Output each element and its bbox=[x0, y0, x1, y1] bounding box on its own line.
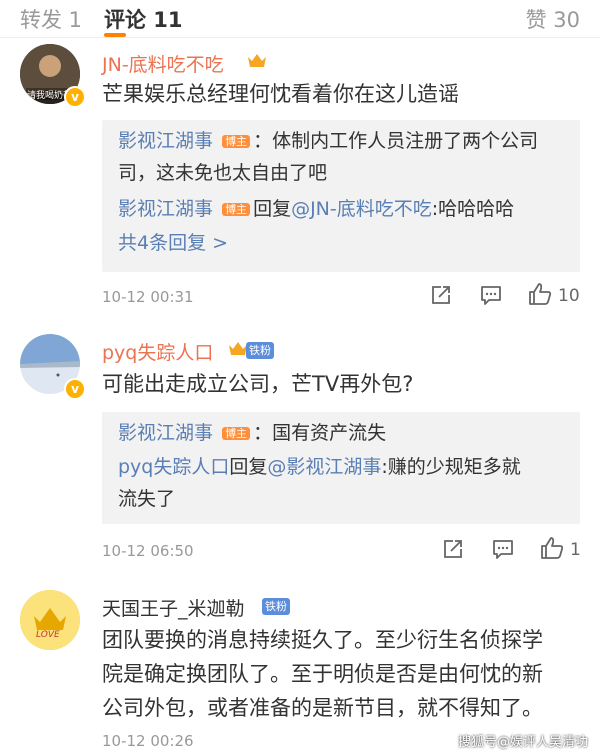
reply-text: ：体制内工作人员注册了两个公司 bbox=[253, 130, 539, 152]
mention-link[interactable]: @影视江湖事 bbox=[267, 456, 381, 478]
comment-text-line: 公司外包，或者准备的是新节目，就不得知了。 bbox=[102, 696, 543, 720]
reply-user-link[interactable]: 影视江湖事 bbox=[118, 198, 213, 220]
reply-word: 回复 bbox=[229, 456, 268, 478]
reply-line: 影视江湖事 博主 ：体制内工作人员注册了两个公司 bbox=[118, 126, 538, 156]
reply-text: ：国有资产流失 bbox=[253, 422, 387, 444]
reply-user-link[interactable]: 影视江湖事 bbox=[118, 422, 213, 444]
watermark: 搜狐号@娱评人吴清功 bbox=[457, 735, 588, 750]
share-icon[interactable] bbox=[430, 284, 452, 306]
crown-icon bbox=[229, 342, 247, 355]
avatar-caption: LOVE bbox=[36, 630, 60, 640]
reply-user-link[interactable]: 影视江湖事 bbox=[118, 130, 213, 152]
blogger-badge: 博主 bbox=[222, 427, 251, 440]
like-icon[interactable] bbox=[540, 536, 564, 560]
reply-text: :哈哈哈哈 bbox=[431, 198, 515, 220]
like-count: 1 bbox=[570, 540, 581, 560]
like-icon[interactable] bbox=[528, 282, 552, 306]
reply-text-continued: 流失了 bbox=[118, 488, 176, 510]
reply-box[interactable]: 影视江湖事 博主 ：国有资产流失 pyq失踪人口回复@影视江湖事:赚的少规矩多就 … bbox=[102, 412, 580, 524]
comment-time: 10-12 00:26 bbox=[102, 732, 194, 750]
reply-text-continued: 司，这未免也太自由了吧 bbox=[118, 162, 328, 184]
comment-time: 10-12 00:31 bbox=[102, 288, 194, 306]
reply-line: 影视江湖事 博主 ：国有资产流失 bbox=[118, 418, 386, 448]
fan-badge: 铁粉 bbox=[262, 598, 290, 615]
verified-icon: v bbox=[64, 378, 86, 400]
like-count: 10 bbox=[558, 286, 580, 306]
crown-icon bbox=[248, 54, 266, 67]
blogger-badge: 博主 bbox=[222, 135, 251, 148]
verified-icon: v bbox=[64, 86, 86, 108]
more-replies-link[interactable]: 共4条回复 > bbox=[118, 228, 228, 258]
comment-time: 10-12 06:50 bbox=[102, 542, 194, 560]
avatar-crown-logo-icon bbox=[20, 590, 80, 650]
comment-tabs: 转发 1 评论 11 赞 30 bbox=[0, 0, 600, 38]
tab-repost[interactable]: 转发 1 bbox=[20, 4, 82, 34]
comment-username[interactable]: pyq失踪人口 bbox=[102, 338, 213, 365]
tab-likes[interactable]: 赞 30 bbox=[526, 4, 580, 34]
share-icon[interactable] bbox=[442, 538, 464, 560]
reply-box[interactable]: 影视江湖事 博主 ：体制内工作人员注册了两个公司 司，这未免也太自由了吧 影视江湖… bbox=[102, 120, 580, 272]
comment-item: v pyq失踪人口 铁粉 可能出走成立公司，芒TV再外包? 影视江湖事 博主 ：国… bbox=[0, 320, 600, 582]
comment-text-line: 院是确定换团队了。至于明侦是否是由何忱的新 bbox=[102, 662, 543, 686]
blogger-badge: 博主 bbox=[222, 203, 251, 216]
mention-link[interactable]: @JN-底料吃不吃 bbox=[291, 198, 432, 220]
comment-username[interactable]: JN-底料吃不吃 bbox=[102, 50, 224, 77]
reply-word: 回复 bbox=[253, 198, 292, 220]
avatar[interactable]: LOVE bbox=[20, 590, 80, 650]
comment-icon[interactable] bbox=[492, 538, 514, 560]
comment-text-line: 团队要换的消息持续挺久了。至少衍生名侦探学 bbox=[102, 628, 543, 652]
comment-icon[interactable] bbox=[480, 284, 502, 306]
fan-badge: 铁粉 bbox=[246, 342, 274, 359]
tab-comments[interactable]: 评论 11 bbox=[104, 4, 183, 34]
reply-text: :赚的少规矩多就 bbox=[381, 456, 521, 478]
comment-text: 芒果娱乐总经理何忱看着你在这儿造谣 bbox=[102, 82, 459, 106]
comment-text: 可能出走成立公司，芒TV再外包? bbox=[102, 372, 414, 396]
comment-item: LOVE 天国王子_米迦勒 铁粉 团队要换的消息持续挺久了。至少衍生名侦探学 院… bbox=[0, 582, 600, 756]
comment-username[interactable]: 天国王子_米迦勒 bbox=[102, 594, 245, 621]
reply-line: 影视江湖事 博主 回复@JN-底料吃不吃:哈哈哈哈 bbox=[118, 194, 514, 224]
reply-user-link[interactable]: pyq失踪人口 bbox=[118, 456, 229, 478]
reply-line: pyq失踪人口回复@影视江湖事:赚的少规矩多就 bbox=[118, 452, 521, 482]
comment-item: 请我喝奶茶 v JN-底料吃不吃 芒果娱乐总经理何忱看着你在这儿造谣 影视江湖事… bbox=[0, 38, 600, 320]
